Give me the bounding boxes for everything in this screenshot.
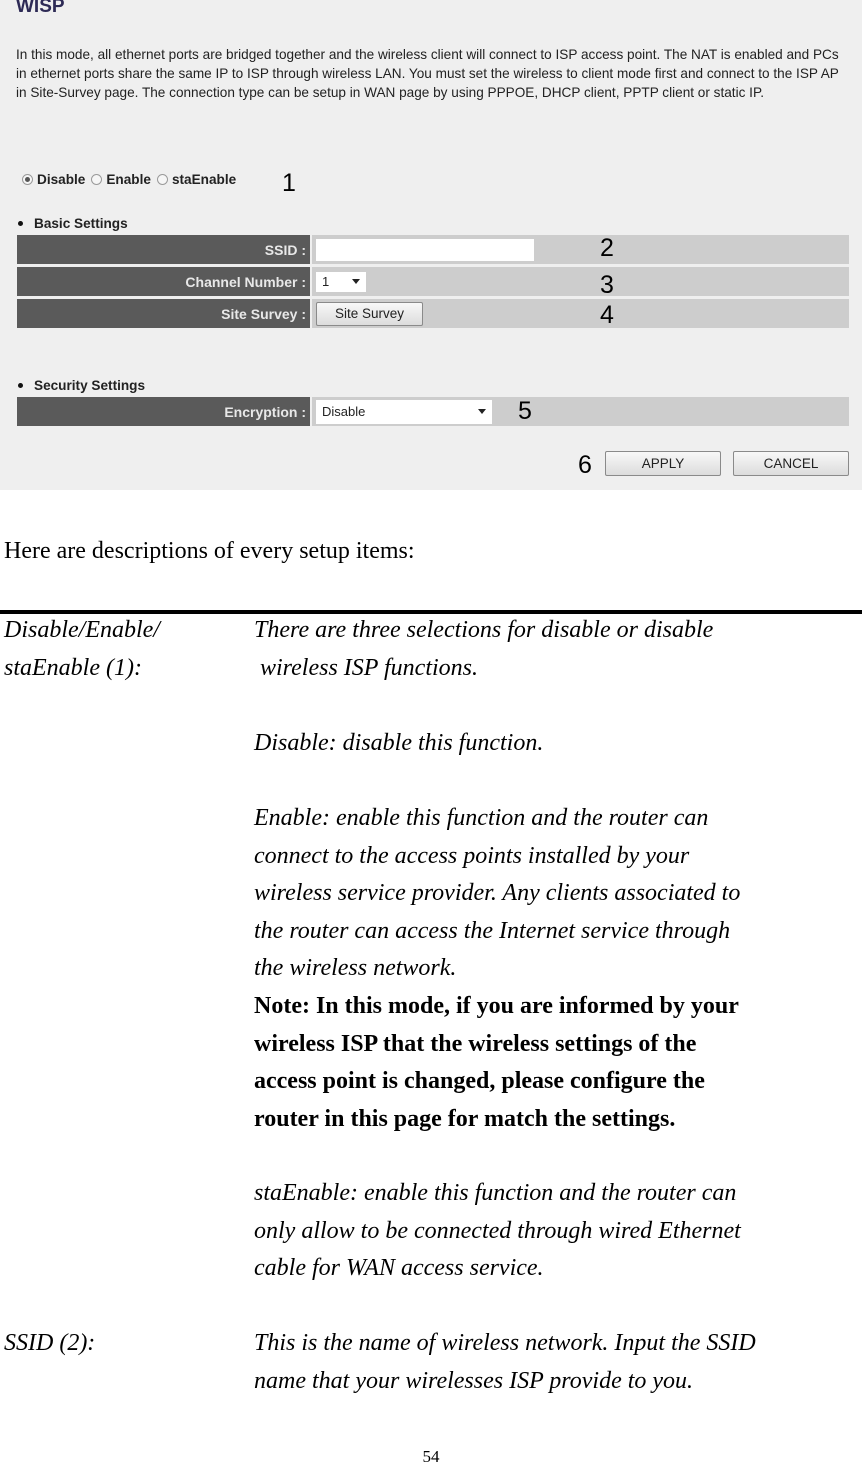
callout-3: 3 [600, 271, 614, 299]
bullet-icon [18, 221, 23, 226]
note-line: Note: In this mode, if you are informed … [254, 993, 739, 1019]
basic-settings-heading: Basic Settings [18, 216, 128, 231]
desc-line: name that your wirelesses ISP provide to… [254, 1367, 694, 1394]
channel-value-cell: 1 [310, 267, 849, 296]
callout-1: 1 [282, 169, 296, 197]
callout-6: 6 [578, 451, 592, 479]
site-survey-label: Site Survey : [17, 299, 310, 328]
channel-select[interactable]: 1 [316, 271, 366, 292]
term-mode: Disable/Enable/ staEnable (1): [4, 612, 160, 687]
ssid-label: SSID : [17, 235, 310, 264]
desc-disable: Disable: disable this function. [254, 730, 544, 756]
channel-label: Channel Number : [17, 267, 310, 296]
desc-mode: There are three selections for disable o… [254, 612, 862, 687]
radio-disable-label[interactable]: Disable [37, 172, 85, 187]
desc-line: the router can access the Internet servi… [254, 917, 731, 944]
desc-enable: Enable: enable this function and the rou… [254, 800, 862, 988]
basic-settings-title: Basic Settings [34, 216, 128, 231]
desc-line: only allow to be connected through wired… [254, 1217, 741, 1244]
wisp-mode-radio-group: Disable Enable staEnable [22, 172, 242, 187]
term-line: SSID (2): [4, 1330, 96, 1356]
radio-staenable[interactable] [156, 174, 168, 185]
descriptions-intro: Here are descriptions of every setup ite… [4, 538, 415, 564]
desc-line: This is the name of wireless network. In… [254, 1330, 756, 1356]
ssid-value-cell [310, 235, 849, 264]
encryption-row: Encryption : Disable [17, 397, 849, 426]
encryption-value-cell: Disable [310, 397, 849, 426]
term-line: staEnable (1): [4, 654, 142, 681]
desc-line: wireless service provider. Any clients a… [254, 880, 741, 906]
ssid-row: SSID : [17, 235, 849, 264]
note-block: Note: In this mode, if you are informed … [254, 988, 862, 1138]
desc-line: cable for WAN access service. [254, 1255, 544, 1281]
channel-selected-value: 1 [322, 274, 330, 289]
page-title: WISP [16, 0, 65, 17]
router-screenshot: WISP In this mode, all ethernet ports ar… [0, 0, 862, 490]
radio-enable[interactable] [91, 174, 103, 185]
site-survey-button[interactable]: Site Survey [316, 301, 423, 326]
mode-description: In this mode, all ethernet ports are bri… [16, 47, 839, 101]
apply-button[interactable]: APPLY [605, 451, 721, 476]
desc-line: wireless ISP functions. [254, 654, 478, 681]
term-ssid: SSID (2): [4, 1325, 95, 1363]
callout-2: 2 [600, 234, 614, 262]
chevron-down-icon [352, 279, 360, 284]
term-line: Disable/Enable/ [4, 617, 160, 643]
note-line: access point is changed, please configur… [254, 1068, 705, 1094]
desc-line: the wireless network. [254, 955, 457, 981]
desc-line: Enable: enable this function and the rou… [254, 805, 709, 831]
desc-line: connect to the access points installed b… [254, 842, 690, 869]
site-survey-value-cell: Site Survey [310, 299, 849, 328]
desc-line: There are three selections for disable o… [254, 617, 714, 643]
radio-disable[interactable] [22, 174, 33, 185]
note-line: wireless ISP that the wireless settings … [254, 1030, 697, 1057]
site-survey-row: Site Survey : Site Survey [17, 299, 849, 328]
encryption-select[interactable]: Disable [316, 399, 492, 424]
cancel-button[interactable]: CANCEL [733, 451, 849, 476]
radio-enable-label[interactable]: Enable [106, 172, 151, 187]
callout-4: 4 [600, 301, 614, 329]
ssid-input[interactable] [316, 238, 534, 261]
desc-staenable: staEnable: enable this function and the … [254, 1175, 862, 1288]
encryption-label: Encryption : [17, 397, 310, 426]
radio-staenable-label[interactable]: staEnable [172, 172, 236, 187]
page-number: 54 [422, 1447, 440, 1466]
desc-ssid: This is the name of wireless network. In… [254, 1325, 862, 1400]
security-settings-title: Security Settings [34, 378, 146, 393]
callout-5: 5 [518, 397, 532, 425]
security-settings-heading: Security Settings [18, 378, 145, 393]
bullet-icon [18, 383, 23, 388]
channel-row: Channel Number : 1 [17, 267, 849, 296]
desc-line: staEnable: enable this function and the … [254, 1180, 737, 1206]
chevron-down-icon [478, 409, 486, 414]
encryption-selected-value: Disable [322, 404, 366, 419]
note-line: router in this page for match the settin… [254, 1105, 676, 1132]
